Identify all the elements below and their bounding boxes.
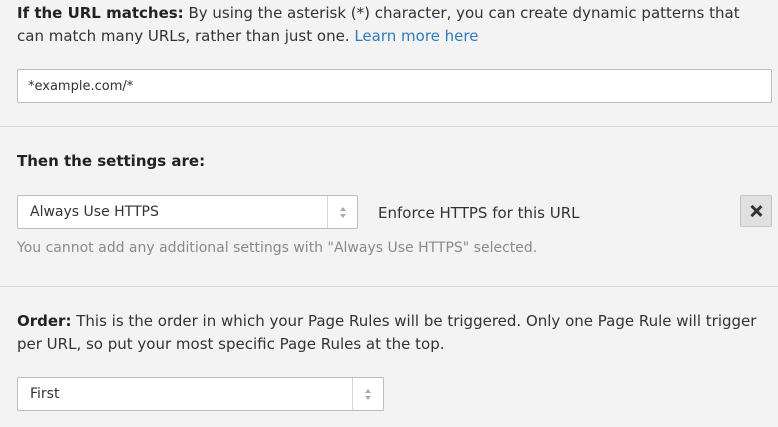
order-description: This is the order in which your Page Rul… <box>17 312 757 353</box>
settings-note: You cannot add any additional settings w… <box>17 240 538 256</box>
page-rule-editor: If the URL matches: By using the asteris… <box>0 0 778 427</box>
order-text: Order: This is the order in which your P… <box>17 310 767 356</box>
url-pattern-input[interactable] <box>17 69 772 103</box>
setting-select[interactable]: Always Use HTTPS <box>17 195 358 229</box>
url-match-section: If the URL matches: By using the asteris… <box>0 0 778 126</box>
url-match-label: If the URL matches: <box>17 4 184 22</box>
close-icon <box>750 205 762 217</box>
url-match-text: If the URL matches: By using the asteris… <box>17 2 767 48</box>
learn-more-link[interactable]: Learn more here <box>354 27 478 45</box>
remove-setting-button[interactable] <box>740 195 772 227</box>
order-select[interactable]: First <box>17 377 384 411</box>
order-label: Order: <box>17 312 72 330</box>
settings-section: Then the settings are: Always Use HTTPS … <box>0 127 778 286</box>
order-section: Order: This is the order in which your P… <box>0 287 778 427</box>
order-select-value: First <box>30 386 60 402</box>
settings-heading: Then the settings are: <box>17 152 206 170</box>
setting-description: Enforce HTTPS for this URL <box>378 204 580 222</box>
updown-arrows-icon <box>352 378 383 410</box>
setting-select-value: Always Use HTTPS <box>30 204 159 220</box>
updown-arrows-icon <box>327 196 357 228</box>
